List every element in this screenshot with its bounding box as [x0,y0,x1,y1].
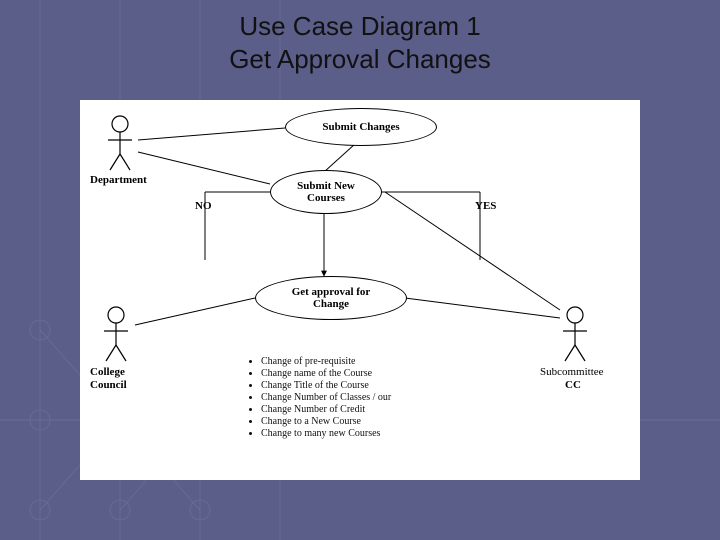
changes-item: Change to a New Course [261,416,485,427]
changes-item: Change Number of Classes / our [261,392,485,403]
changes-item: Change to many new Courses [261,428,485,439]
usecase-submit-changes: Submit Changes [285,108,437,146]
actor-subcommittee-label: Subcommittee [540,366,604,378]
slide: Use Case Diagram 1 Get Approval Changes [0,0,720,540]
usecase-get-approval-label: Get approval for Change [292,286,371,310]
changes-item: Change Title of the Course [261,380,485,391]
changes-item: Change Number of Credit [261,404,485,415]
actor-cc-label: CC [565,379,581,391]
actor-college-council-label-1: College [90,366,125,378]
usecase-get-approval: Get approval for Change [255,276,407,320]
usecase-submit-new-courses: Submit New Courses [270,170,382,214]
actor-college-council-label-2: Council [90,379,127,391]
decision-no-label: NO [195,200,212,212]
decision-yes-label: YES [475,200,496,212]
slide-title: Use Case Diagram 1 Get Approval Changes [0,10,720,75]
changes-item: Change name of the Course [261,368,485,379]
title-line-1: Use Case Diagram 1 [0,10,720,43]
diagram-panel: Department College Council Subcommittee … [80,100,640,480]
title-line-2: Get Approval Changes [0,43,720,76]
actor-department-label: Department [90,174,147,186]
usecase-submit-new-courses-label: Submit New Courses [297,180,355,204]
changes-item: Change of pre-requisite [261,356,485,367]
changes-list: Change of pre-requisite Change name of t… [245,355,485,440]
usecase-submit-changes-label: Submit Changes [322,121,399,133]
